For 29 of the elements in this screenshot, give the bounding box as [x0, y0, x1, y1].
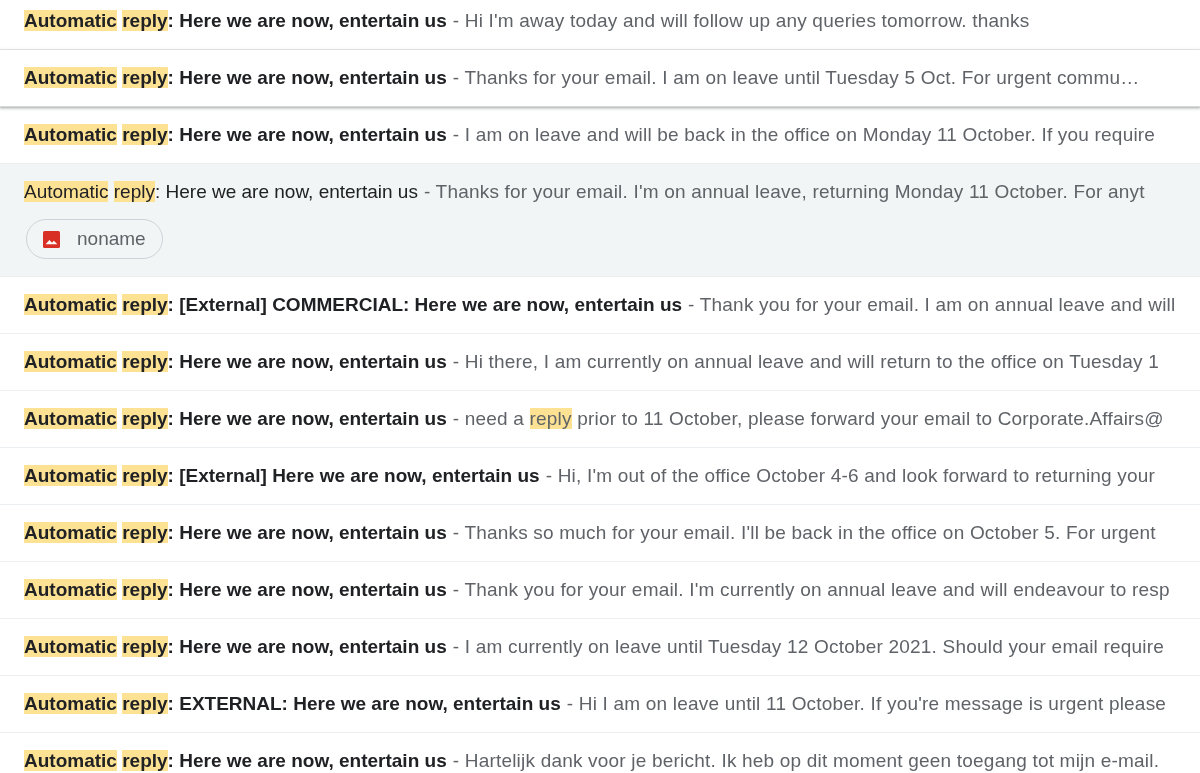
email-subject: Automatic reply: Here we are now, entertain us [24, 521, 447, 545]
email-row[interactable]: Automatic reply: Here we are now, entertain us - Thanks for your email. I am on leave until Tuesday 5 Oct. For urgent commu… [0, 50, 1200, 107]
email-row[interactable]: Automatic reply: Here we are now, entertain us - Thanks for your email. I'm on annual leave, returning Monday 11 October. For anyt noname [0, 164, 1200, 277]
email-snippet: - Thank you for your email. I am on annual leave and will [688, 293, 1176, 317]
email-subject: Automatic reply: Here we are now, entertain us [24, 123, 447, 147]
email-subject: Automatic reply: [External] COMMERCIAL: Here we are now, entertain us [24, 293, 683, 317]
email-snippet: - Hi there, I am currently on annual leave and will return to the office on Tuesday 1 [452, 350, 1160, 374]
email-snippet: - Hi I am on leave until 11 October. If you're message is urgent please [566, 692, 1167, 716]
email-snippet: - I am currently on leave until Tuesday 12 October 2021. Should your email require [452, 635, 1165, 659]
email-snippet: - Thank you for your email. I'm currently on annual leave and will endeavour to resp [452, 578, 1170, 602]
email-subject: Automatic reply: Here we are now, entertain us [24, 578, 447, 602]
email-snippet: - Thanks for your email. I'm on annual leave, returning Monday 11 October. For anyt [423, 180, 1145, 204]
email-snippet: - Hartelijk dank voor je bericht. Ik heb op dit moment geen toegang tot mijn e-mail. [452, 749, 1160, 773]
email-subject: Automatic reply: Here we are now, entertain us [24, 407, 447, 431]
email-snippet: - I am on leave and will be back in the office on Monday 11 October. If you require [452, 123, 1156, 147]
email-subject: Automatic reply: EXTERNAL: Here we are now, entertain us [24, 692, 561, 716]
email-snippet: - Thanks for your email. I am on leave until Tuesday 5 Oct. For urgent commu… [452, 66, 1140, 90]
email-subject: Automatic reply: [External] Here we are now, entertain us [24, 464, 540, 488]
email-subject: Automatic reply: Here we are now, entertain us [24, 350, 447, 374]
email-subject: Automatic reply: Here we are now, entertain us [24, 66, 447, 90]
email-snippet: - Hi I'm away today and will follow up any queries tomorrow. thanks [452, 9, 1030, 33]
email-snippet: - need a reply prior to 11 October, please forward your email to Corporate.Affairs@ [452, 407, 1164, 431]
image-icon [43, 230, 60, 248]
email-snippet: - Hi, I'm out of the office October 4-6 and look forward to returning your [545, 464, 1156, 488]
email-subject: Automatic reply: Here we are now, entertain us [24, 180, 418, 204]
email-subject: Automatic reply: Here we are now, entertain us [24, 9, 447, 33]
email-subject: Automatic reply: Here we are now, entertain us [24, 749, 447, 773]
email-snippet: - Thanks so much for your email. I'll be back in the office on October 5. For urgent [452, 521, 1156, 545]
email-subject: Automatic reply: Here we are now, entertain us [24, 635, 447, 659]
